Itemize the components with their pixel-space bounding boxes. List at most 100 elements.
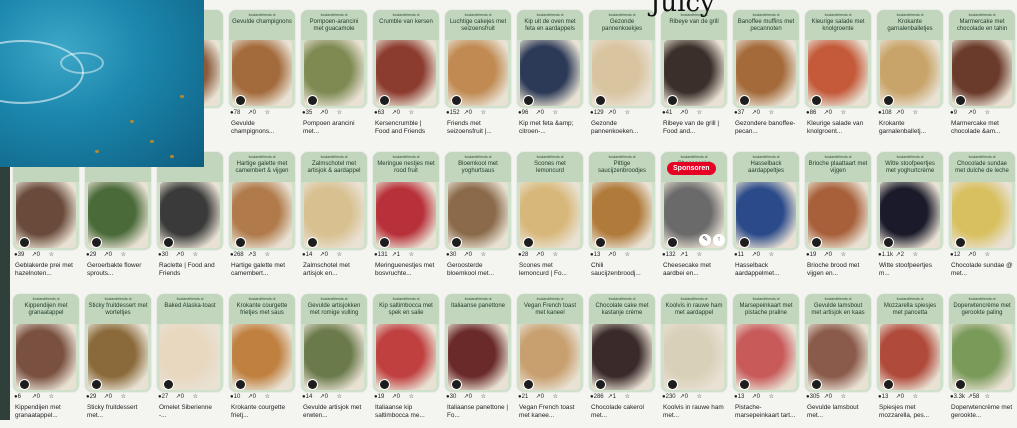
pin-caption[interactable]: Geblakerde prei met hazelnoten... (15, 262, 77, 284)
pin-image[interactable]: foodandfriends.nl Chocolate cake met kast… (589, 294, 655, 392)
pin-caption[interactable]: Chocolade cakerol met... (591, 404, 653, 426)
pin-caption[interactable]: Hartige galette met camembert... (231, 262, 293, 284)
pin-image[interactable]: foodandfriends.nl Bloemkool met yoghurtsa… (445, 152, 511, 250)
star-icon[interactable]: ☆ (697, 109, 707, 118)
creator-avatar-icon[interactable] (956, 96, 965, 105)
pin-image[interactable]: foodandfriends.nl Baked Alaska-toast (157, 294, 223, 392)
hero-photo[interactable] (0, 0, 204, 167)
pin-card[interactable]: foodandfriends.nl Doperwtencrème met gero… (949, 294, 1015, 428)
pin-image[interactable]: foodandfriends.nl Pittige saucijzenbroodj… (589, 152, 655, 250)
creator-avatar-icon[interactable] (956, 380, 965, 389)
creator-avatar-icon[interactable] (236, 238, 245, 247)
creator-avatar-icon[interactable] (452, 380, 461, 389)
star-icon[interactable]: ☆ (193, 251, 203, 260)
pin-caption[interactable]: Meringuenestjes met bosvruchte... (375, 262, 437, 284)
pin-card[interactable]: foodandfriends.nl Ribeye van de grill ● 41… (661, 10, 727, 144)
creator-avatar-icon[interactable] (668, 238, 677, 247)
creator-avatar-icon[interactable] (812, 380, 821, 389)
pin-image[interactable]: foodandfriends.nl Koolvis in rauwe ham me… (661, 294, 727, 392)
pin-caption[interactable]: Vegan French toast met kanee... (519, 404, 581, 426)
pin-caption[interactable]: Kleurige salade van knolgroent... (807, 120, 869, 142)
pin-card[interactable]: foodandfriends.nlCheesecakeSponsoren✎↑● … (661, 152, 727, 286)
creator-avatar-icon[interactable] (236, 96, 245, 105)
edit-icon[interactable]: ✎ (699, 234, 711, 246)
pin-image[interactable]: foodandfriends.nl Meringue nestjes met ro… (373, 152, 439, 250)
pin-caption[interactable]: Witte stoofpeertjes m... (879, 262, 941, 284)
pin-card[interactable]: foodandfriends.nl Baked Alaska-toast ● 27 ↗… (157, 294, 223, 428)
pin-caption[interactable]: Doperwtencrème met gerookte... (951, 404, 1013, 426)
pin-caption[interactable]: Raclette | Food and Friends (159, 262, 221, 284)
pin-caption[interactable]: Chocolade sundae @ met... (951, 262, 1013, 284)
pin-card[interactable]: foodandfriends.nl Pittige saucijzenbroodj… (589, 152, 655, 286)
star-icon[interactable]: ☆ (769, 251, 779, 260)
pin-caption[interactable]: Kippendijen met granaatappel... (15, 404, 77, 426)
creator-avatar-icon[interactable] (668, 380, 677, 389)
star-icon[interactable]: ☆ (265, 393, 275, 402)
creator-avatar-icon[interactable] (884, 96, 893, 105)
pin-card[interactable]: foodandfriends.nl Hartige galette met cam… (229, 152, 295, 286)
star-icon[interactable]: ☆ (697, 251, 707, 260)
pin-image[interactable]: foodandfriends.nl Zalmschotel met artisjo… (301, 152, 367, 250)
pin-card[interactable]: foodandfriends.nl Bloemkool met yoghurtsa… (445, 152, 511, 286)
pin-caption[interactable]: Kersencrumble | Food and Friends (375, 120, 437, 142)
star-icon[interactable]: ☆ (553, 251, 563, 260)
pin-card[interactable]: foodandfriends.nl Kip uit de oven met fet… (517, 10, 583, 144)
pin-caption[interactable]: Hasselback aardappelmet... (735, 262, 797, 284)
star-icon[interactable]: ☆ (481, 393, 491, 402)
pin-caption[interactable]: Gevulde artisjok met erwten... (303, 404, 365, 426)
pin-card[interactable]: foodandfriends.nl Marmercake met chocolad… (949, 10, 1015, 144)
pin-card[interactable]: foodandfriends.nl Witte stoofpeertjes met… (877, 152, 943, 286)
pin-card[interactable]: foodandfriends.nl Zalmschotel met artisjo… (301, 152, 367, 286)
pin-caption[interactable]: Marmercake met chocolade &am... (951, 120, 1013, 142)
pin-caption[interactable]: Cheesecake met aardbei en... (663, 262, 725, 284)
star-icon[interactable]: ☆ (49, 251, 59, 260)
creator-avatar-icon[interactable] (92, 238, 101, 247)
pin-image[interactable]: foodandfriends.nl Doperwtencrème met gero… (949, 294, 1015, 392)
pin-caption[interactable]: Pompoen arancini met... (303, 120, 365, 142)
pin-image[interactable]: foodandfriends.nl Krokante courgette frie… (229, 294, 295, 392)
creator-avatar-icon[interactable] (812, 238, 821, 247)
pin-image[interactable]: foodandfriends.nl Pompoen-arancini met gu… (301, 10, 367, 108)
pin-card[interactable]: foodandfriends.nl Vegan French toast met … (517, 294, 583, 428)
pin-card[interactable]: foodandfriends.nl Hasselback aardappeltje… (733, 152, 799, 286)
pin-image[interactable]: foodandfriends.nl Mozzarella spiesjes met… (877, 294, 943, 392)
creator-avatar-icon[interactable] (740, 380, 749, 389)
pin-caption[interactable]: Krokante garnalenballetj... (879, 120, 941, 142)
pin-image[interactable]: foodandfriends.nl Italiaanse panettone (445, 294, 511, 392)
star-icon[interactable]: ☆ (841, 251, 851, 260)
creator-avatar-icon[interactable] (668, 96, 677, 105)
creator-avatar-icon[interactable] (92, 380, 101, 389)
pin-image[interactable]: foodandfriends.nl Luchtige cakejes met se… (445, 10, 511, 108)
star-icon[interactable]: ☆ (625, 109, 635, 118)
pin-caption[interactable]: Spiesjes met mozzarella, pes... (879, 404, 941, 426)
creator-avatar-icon[interactable] (740, 96, 749, 105)
pin-image[interactable]: foodandfriends.nl Gezonde pannenkoekjes (589, 10, 655, 108)
creator-avatar-icon[interactable] (452, 238, 461, 247)
pin-image[interactable]: foodandfriends.nl Gevulde champignons (229, 10, 295, 108)
star-icon[interactable]: ☆ (481, 251, 491, 260)
creator-avatar-icon[interactable] (308, 380, 317, 389)
star-icon[interactable]: ☆ (337, 393, 347, 402)
pin-caption[interactable]: Pistache-marsepeinkaart tart... (735, 404, 797, 426)
pin-caption[interactable]: Koolvis in rauwe ham met... (663, 404, 725, 426)
star-icon[interactable]: ☆ (337, 109, 347, 118)
creator-avatar-icon[interactable] (164, 380, 173, 389)
pin-image[interactable]: foodandfriends.nl Marsepeinkaart met pist… (733, 294, 799, 392)
creator-avatar-icon[interactable] (308, 96, 317, 105)
creator-avatar-icon[interactable] (380, 238, 389, 247)
pin-card[interactable]: foodandfriends.nl Italiaanse panettone ● 3… (445, 294, 511, 428)
pin-caption[interactable]: Scones met lemoncurd | Fo... (519, 262, 581, 284)
creator-avatar-icon[interactable] (380, 380, 389, 389)
star-icon[interactable]: ☆ (121, 393, 131, 402)
creator-avatar-icon[interactable] (596, 380, 605, 389)
pin-image[interactable]: foodandfriends.nl Hasselback aardappeltje… (733, 152, 799, 250)
pin-card[interactable]: foodandfriends.nl Pompoen-arancini met gu… (301, 10, 367, 144)
star-icon[interactable]: ☆ (985, 393, 995, 402)
pin-caption[interactable]: Sticky fruitdessert met... (87, 404, 149, 426)
star-icon[interactable]: ☆ (409, 393, 419, 402)
pin-card[interactable]: foodandfriends.nl Gevulde artisjokken met… (301, 294, 367, 428)
star-icon[interactable]: ☆ (769, 109, 779, 118)
star-icon[interactable]: ☆ (913, 109, 923, 118)
pin-caption[interactable]: Geroosterde bloemkool met... (447, 262, 509, 284)
pin-image[interactable]: foodandfriends.nl Chocolade sundae met du… (949, 152, 1015, 250)
